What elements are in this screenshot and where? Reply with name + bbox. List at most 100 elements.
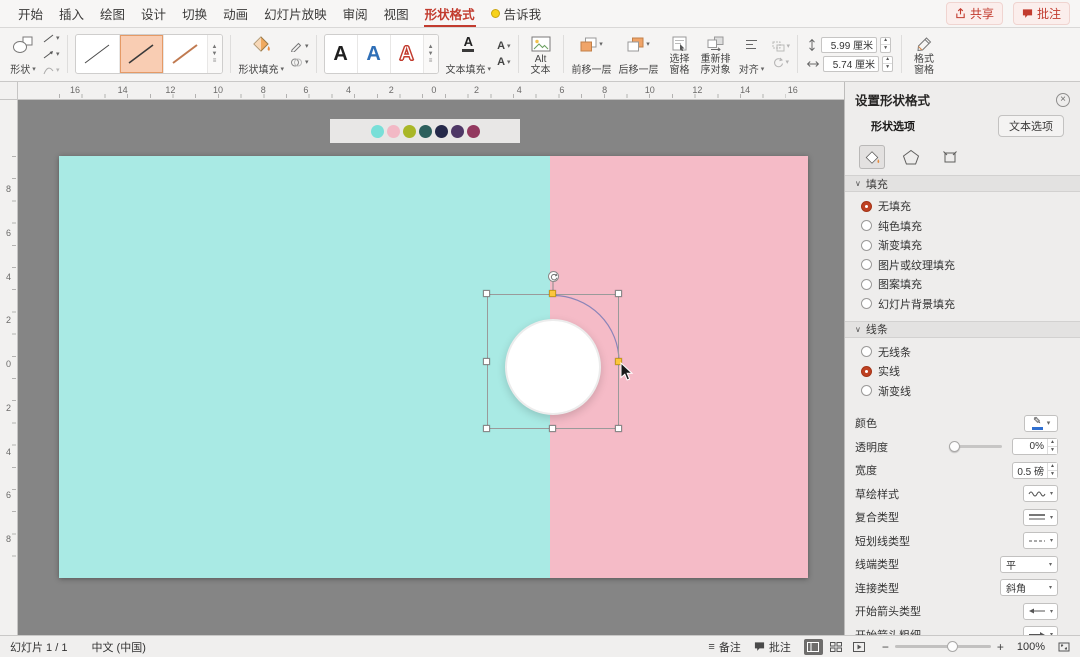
slide-canvas[interactable]: 16 14 12 10 8 6 4 2 0 2 4 6 8 10 12 14 16 8 6 4 2 0 2 4 6 8	[0, 82, 844, 635]
wordart-style-2[interactable]: A	[358, 35, 391, 73]
dash-type-dropdown[interactable]: ▾	[1022, 532, 1058, 550]
menu-tab-4[interactable]: 切换	[174, 0, 215, 27]
color-swatch-1[interactable]	[386, 124, 400, 138]
resize-handle-top-left[interactable]	[483, 290, 490, 297]
bring-forward-button[interactable]: ▾ 前移一层	[569, 30, 615, 78]
join-type-dropdown[interactable]: 斜角 ▾	[1000, 579, 1058, 597]
line-option-1[interactable]: 实线	[861, 363, 1068, 379]
radio-unselected[interactable]	[861, 346, 872, 357]
fill-line-icon-tab[interactable]	[859, 145, 885, 169]
editing-area[interactable]	[18, 100, 844, 635]
fill-option-0[interactable]: 无填充	[861, 198, 1068, 214]
send-backward-button[interactable]: ▾ 后移一层	[616, 30, 662, 78]
radio-unselected[interactable]	[861, 278, 872, 290]
horizontal-ruler[interactable]: 16 14 12 10 8 6 4 2 0 2 4 6 8 10 12 14 16	[18, 82, 844, 100]
color-swatch-0[interactable]	[370, 124, 384, 138]
radio-unselected[interactable]	[861, 220, 872, 231]
line-style-option-1[interactable]	[76, 35, 120, 73]
resize-handle-bottom-right[interactable]	[615, 425, 622, 432]
color-swatch-6[interactable]	[466, 124, 480, 138]
menu-tab-8[interactable]: 视图	[376, 0, 417, 27]
menu-tab-3[interactable]: 设计	[133, 0, 174, 27]
reorder-objects-button[interactable]: 重新排 序对象	[698, 30, 734, 78]
fill-option-1[interactable]: 纯色填充	[861, 218, 1068, 234]
resize-handle-top-right[interactable]	[615, 290, 622, 297]
begin-arrow-type-dropdown[interactable]: ▾	[1022, 602, 1058, 620]
line-option-2[interactable]: 渐变线	[861, 383, 1068, 399]
zoom-slider-knob[interactable]	[946, 641, 958, 652]
shape-effects-button[interactable]: ▾	[288, 56, 311, 69]
line-color-button[interactable]: ✎ ▾	[1024, 414, 1058, 432]
slide[interactable]	[59, 156, 808, 578]
resize-handle-bottom-left[interactable]	[483, 425, 490, 432]
zoom-percentage[interactable]: 100%	[1017, 641, 1045, 653]
fill-section-header[interactable]: ∨ 填充	[845, 175, 1080, 192]
wordart-more-button[interactable]: ▲ ▼ ≡	[423, 35, 438, 73]
color-swatch-4[interactable]	[434, 124, 448, 138]
color-swatch-5[interactable]	[450, 124, 464, 138]
tab-shape-options[interactable]: 形状选项	[861, 116, 925, 136]
shape-fill-button[interactable]: 形状填充 ▾	[236, 30, 288, 78]
transparency-slider[interactable]	[949, 441, 1002, 453]
shape-height-field[interactable]: 5.99 厘米	[821, 36, 878, 53]
stepper[interactable]: ▲ ▼	[1047, 462, 1057, 478]
alt-text-button[interactable]: Alt 文本	[524, 30, 558, 78]
resize-handle-bottom[interactable]	[549, 425, 556, 432]
radio-unselected[interactable]	[861, 239, 872, 251]
format-pane-button[interactable]: 格式 窗格	[907, 30, 941, 78]
vertical-ruler[interactable]: 8 6 4 2 0 2 4 6 8	[0, 100, 18, 635]
menu-tab-2[interactable]: 绘图	[92, 0, 133, 27]
adjust-handle-top[interactable]	[549, 290, 556, 297]
normal-view-button[interactable]	[803, 638, 823, 655]
effects-icon-tab[interactable]	[898, 145, 924, 169]
zoom-slider[interactable]	[894, 641, 991, 652]
color-swatch-3[interactable]	[418, 124, 432, 138]
selection-pane-button[interactable]: 选择 窗格	[663, 30, 697, 78]
text-effects-button[interactable]: A ▾	[495, 56, 512, 69]
rotate-objects-button[interactable]: ▾	[770, 56, 793, 69]
height-stepper[interactable]: ▲ ▼	[880, 36, 892, 53]
line-width-spinner[interactable]: 0.5 磅 ▲ ▼	[1012, 461, 1058, 479]
menu-tab-1[interactable]: 插入	[51, 0, 92, 27]
resize-handle-left[interactable]	[483, 358, 490, 365]
line-section-header[interactable]: ∨ 线条	[845, 320, 1080, 338]
fill-option-2[interactable]: 渐变填充	[861, 237, 1068, 253]
group-objects-button[interactable]: ▾	[770, 40, 793, 53]
stepper[interactable]: ▲ ▼	[1047, 439, 1057, 455]
curve-tool-button[interactable]: ▾	[41, 64, 62, 77]
radio-selected[interactable]	[861, 200, 872, 212]
menu-tab-7[interactable]: 审阅	[335, 0, 376, 27]
comments-button[interactable]: 批注	[1012, 2, 1070, 25]
text-fill-button[interactable]: A 文本填充 ▾	[443, 30, 495, 78]
color-swatch-2[interactable]	[402, 124, 416, 138]
align-button[interactable]: 对齐 ▾	[735, 30, 769, 78]
text-outline-button[interactable]: A ▾	[495, 40, 512, 53]
adjust-handle-right[interactable]	[615, 358, 622, 365]
cap-type-dropdown[interactable]: 平 ▾	[1000, 555, 1058, 573]
slide-sorter-view-button[interactable]	[827, 639, 846, 655]
close-icon[interactable]: ×	[1056, 92, 1070, 107]
slideshow-view-button[interactable]	[850, 639, 869, 655]
shape-outline-button[interactable]: ▾	[288, 40, 311, 53]
radio-unselected[interactable]	[861, 385, 872, 396]
line-style-option-3[interactable]	[164, 35, 208, 73]
tab-text-options[interactable]: 文本选项	[998, 115, 1064, 137]
radio-selected[interactable]	[861, 365, 872, 377]
slider-knob[interactable]	[949, 441, 960, 453]
sketch-style-dropdown[interactable]: ▾	[1022, 485, 1058, 503]
radio-unselected[interactable]	[861, 298, 872, 309]
line-tool-button[interactable]: ▾	[41, 32, 62, 45]
menu-tab-5[interactable]: 动画	[215, 0, 256, 27]
comments-toggle[interactable]: 批注	[754, 639, 791, 655]
gallery-more-button[interactable]: ▲ ▼ ≡	[207, 35, 222, 73]
insert-shape-button[interactable]: 形状 ▾	[6, 30, 40, 78]
wordart-style-3[interactable]: A	[391, 35, 424, 73]
size-properties-icon-tab[interactable]	[937, 145, 963, 169]
transparency-spinner[interactable]: 0% ▲ ▼	[1012, 438, 1058, 456]
menu-tab-6[interactable]: 幻灯片放映	[256, 0, 335, 27]
zoom-out-button[interactable]: −	[882, 641, 889, 653]
notes-toggle[interactable]: ≡ 备注	[708, 639, 740, 655]
fit-slide-button[interactable]	[1058, 641, 1070, 653]
menu-tab-10[interactable]: 告诉我	[483, 0, 550, 27]
share-button[interactable]: 共享	[945, 2, 1003, 25]
